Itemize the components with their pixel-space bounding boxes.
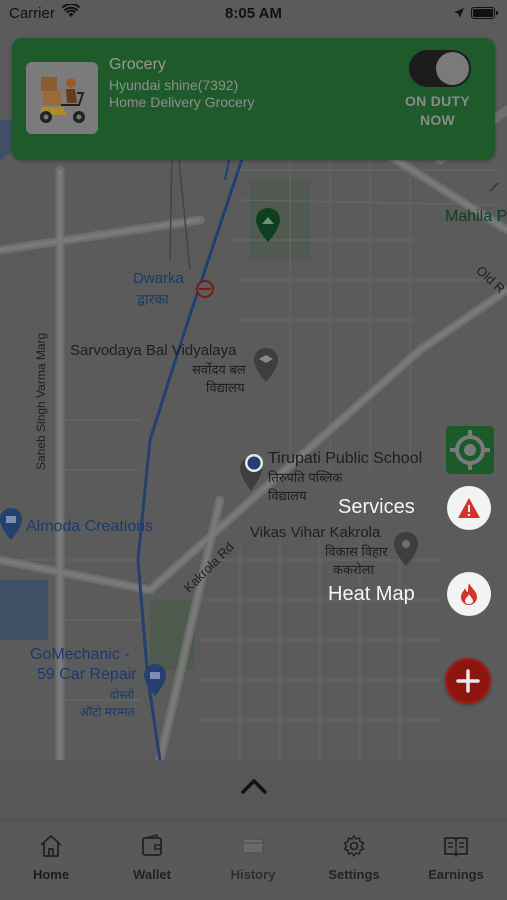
clock: 8:05 AM (225, 5, 282, 22)
park-pin-icon[interactable] (256, 208, 280, 247)
status-bar: Carrier 8:05 AM (0, 0, 507, 28)
locate-me-button[interactable] (446, 426, 494, 474)
services-button[interactable] (447, 486, 491, 530)
tab-settings-label: Settings (328, 867, 380, 882)
plus-icon (456, 669, 480, 693)
metro-station-icon[interactable] (195, 279, 215, 304)
heat-map-button[interactable] (447, 572, 491, 616)
tab-history[interactable]: History (208, 833, 298, 893)
tab-earnings-label: Earnings (428, 867, 484, 882)
bottom-tab-bar: Home Wallet History Settings Earnings (0, 820, 507, 900)
gear-icon (343, 835, 365, 857)
chevron-up-icon[interactable] (241, 778, 267, 794)
tab-history-label: History (230, 867, 276, 882)
warning-triangle-icon (458, 498, 480, 518)
tab-earnings[interactable]: Earnings (411, 833, 501, 893)
service-type-label: Home Delivery Grocery (109, 94, 255, 110)
crosshair-icon (450, 430, 490, 470)
battery-icon (471, 7, 498, 19)
map-label-sarvodaya: Sarvodaya Bal Vidyalaya (70, 342, 237, 359)
map-label-saheb-marg: Saheb Singh Varma Marg (34, 332, 48, 470)
map-label-tirupati-hindi-2: विद्यालय (268, 488, 307, 503)
map-label-mahila: Mahila P (445, 208, 507, 225)
map-label-dwarka-hindi: द्वारका (137, 291, 169, 307)
duty-status-label: ON DUTY NOW (404, 93, 471, 128)
shop-pin-icon[interactable] (0, 508, 22, 545)
tab-home[interactable]: Home (6, 833, 96, 893)
current-location-icon (244, 453, 264, 478)
add-action-button[interactable] (445, 658, 491, 704)
delivery-scooter-icon (26, 62, 98, 134)
history-icon (242, 838, 264, 854)
flame-icon (461, 583, 477, 605)
map-label-gomechanic-hindi-2: ऑटो मरम्मत (80, 705, 135, 719)
tab-home-label: Home (32, 867, 70, 882)
map-label-dwarka: Dwarka (133, 270, 184, 287)
vehicle-label: Hyundai shine(7392) (109, 77, 239, 93)
bottom-sheet-handle[interactable] (0, 760, 507, 820)
heat-map-label[interactable]: Heat Map (328, 583, 415, 606)
map-label-vikas-vihar: Vikas Vihar Kakrola (250, 524, 381, 541)
map-label-almoda: Almoda Creations (26, 518, 154, 535)
map-label-gomechanic-hindi-1: दोस्तो (110, 688, 135, 702)
map-label-tirupati-hindi-1: तिरुपति पब्लिक (268, 470, 343, 485)
place-pin-icon[interactable] (394, 532, 418, 571)
tab-settings[interactable]: Settings (309, 833, 399, 893)
duty-status-card: Grocery Hyundai shine(7392) Home Deliver… (12, 38, 495, 160)
wallet-icon (142, 833, 162, 856)
school-pin-icon[interactable] (254, 348, 278, 387)
map-label-sarvodaya-hindi-2: विद्यालय (206, 380, 245, 395)
service-title: Grocery (109, 56, 166, 73)
tab-wallet-label: Wallet (133, 867, 171, 882)
map-label-sarvodaya-hindi-1: सर्वोदय बल (192, 362, 246, 377)
tab-wallet[interactable]: Wallet (107, 833, 197, 893)
map-label-tirupati: Tirupati Public School (268, 450, 423, 467)
earnings-book-icon (444, 837, 468, 857)
toggle-knob (436, 52, 469, 85)
home-icon (40, 835, 62, 857)
shop-pin-icon[interactable] (144, 664, 166, 701)
duty-toggle[interactable] (409, 50, 471, 87)
services-label[interactable]: Services (338, 496, 415, 519)
map-label-vikas-hindi-2: ककरोला (333, 562, 374, 577)
map-label-vikas-hindi-1: विकास विहार (325, 544, 388, 559)
location-arrow-icon (453, 6, 465, 23)
map-label-gomechanic-2: 59 Car Repair (37, 666, 137, 683)
map-label-gomechanic-1: GoMechanic - (30, 646, 130, 663)
map-pointer-icon (488, 180, 500, 198)
